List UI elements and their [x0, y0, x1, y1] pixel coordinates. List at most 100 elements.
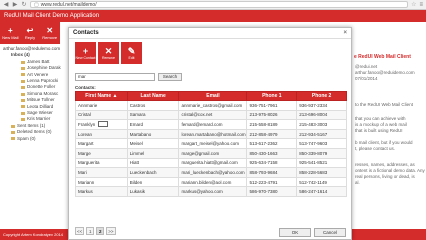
contacts-label: Contacts: — [75, 85, 96, 90]
pager-first[interactable]: << — [75, 227, 85, 235]
table-row[interactable]: Annmarie Castros annmarie_castros@gmail.co… — [75, 100, 347, 111]
cell: marguerita.hiatt@gmail.com — [178, 157, 248, 169]
cell: Marge — [75, 147, 128, 159]
remove-contact-label: Remove — [101, 56, 116, 60]
close-icon[interactable]: × — [343, 28, 347, 39]
cell: Margart — [75, 138, 128, 149]
editing-wrap: Franklyn — [78, 121, 126, 128]
reload-icon[interactable]: ↻ — [21, 2, 27, 8]
cell: Mariann — [75, 176, 128, 188]
dialog-footer: OK Cancel — [279, 228, 346, 237]
preview-line: to the RedUI Web Mail Client — [355, 102, 413, 107]
column-header-email[interactable]: Email — [178, 91, 248, 101]
tree-item-label: Spam (0) — [17, 135, 36, 141]
cell: Emard — [126, 119, 180, 130]
folder-icon — [21, 86, 25, 90]
new-contact-button[interactable]: + New Contact — [75, 42, 96, 64]
folder-icon — [21, 98, 25, 102]
cell: Castros — [126, 100, 180, 111]
cell: Mari — [75, 167, 128, 178]
folder-icon — [11, 130, 15, 134]
cancel-button[interactable]: Cancel — [314, 228, 346, 237]
search-input[interactable]: mar — [75, 73, 155, 81]
cell: Lueckenbach — [126, 167, 180, 178]
ok-button[interactable]: OK — [279, 228, 311, 237]
preview-line: real persons, living or dead, is — [355, 174, 415, 179]
preview-title: e RedUI Web Mail Client — [354, 54, 411, 60]
cell: femard@emard.com — [178, 119, 248, 130]
dialog-title: Contacts — [73, 30, 99, 36]
table-row[interactable]: Cristal Samara cristal@cox.net 213-975-8026… — [75, 109, 347, 121]
cell: Annmarie — [75, 100, 128, 111]
preview-line: al. — [355, 180, 360, 185]
reply-button[interactable]: ↩ Reply — [21, 23, 40, 43]
folder-icon — [21, 66, 25, 70]
cell: 512-223-4791 — [246, 176, 298, 188]
cell: Limmel — [126, 147, 180, 159]
table-row[interactable]: Markus Lukasik markus@yahoo.com 586-970-738… — [75, 186, 347, 197]
pagination: << 1 2 >> — [75, 227, 116, 235]
table-row[interactable]: Franklyn Emard femard@emard.com 215-558-818… — [75, 119, 347, 130]
reply-icon: ↩ — [26, 26, 34, 35]
cell-editing[interactable]: Franklyn — [75, 119, 128, 130]
cell: 213-696-8004 — [296, 109, 347, 121]
table-row[interactable]: Margart Meisel margart_meisel@yahoo.com 513… — [75, 138, 347, 149]
table-row[interactable]: Marguerita Hiatt marguerita.hiatt@gmail.co… — [75, 157, 347, 169]
address-bar[interactable]: ▢ www.redul.net/maildemo/ — [30, 1, 409, 8]
cell: 213-975-8026 — [246, 109, 298, 121]
cell: 513-617-2362 — [246, 138, 298, 149]
cell: Meisel — [126, 138, 180, 149]
cell: Markus — [75, 186, 128, 197]
pager-last[interactable]: >> — [106, 227, 116, 235]
back-icon[interactable]: ◀ — [3, 2, 9, 8]
table-row[interactable]: Mari Lueckenbach mari_lueckenbach@yahoo.co… — [75, 167, 347, 178]
preview-line: 07/01/2014 — [355, 76, 378, 81]
search-button[interactable]: Search — [158, 73, 182, 81]
bookmark-star-icon[interactable]: ☆ — [411, 1, 416, 8]
close-icon: ✕ — [104, 46, 113, 56]
cell: Cristal — [75, 109, 128, 121]
cell: 212-858-4979 — [246, 128, 298, 140]
remove-contact-button[interactable]: ✕ Remove — [98, 42, 119, 64]
folder-icon — [21, 118, 25, 122]
cell: 858-228-5683 — [296, 167, 347, 178]
new-mail-label: New Mail — [2, 35, 19, 40]
new-contact-label: New Contact — [75, 56, 96, 60]
cell: 850-430-1663 — [246, 147, 298, 159]
cell-editor[interactable] — [98, 121, 109, 128]
cell: 215-483-3003 — [296, 119, 347, 130]
table-header-row: First Name ▲ Last Name Email Phone 1 Pho… — [75, 91, 347, 101]
table-row[interactable]: Lorean Martabano lorean.martabano@hotmail.… — [75, 128, 347, 140]
column-header-phone1[interactable]: Phone 1 — [246, 91, 298, 101]
new-mail-button[interactable]: + New Mail — [1, 23, 20, 43]
close-icon: ✕ — [46, 26, 54, 35]
cell: Lorean — [75, 128, 128, 140]
cell: Lukasik — [126, 186, 180, 197]
table-row[interactable]: Mariann Bilden mariann.bilden@aol.com 512-2… — [75, 176, 347, 188]
column-header-last-name[interactable]: Last Name — [126, 91, 180, 101]
table-row[interactable]: Marge Limmel marge@gmail.com 850-430-1663 85… — [75, 147, 347, 159]
reply-label: Reply — [24, 35, 36, 40]
edit-contact-label: Edit — [128, 56, 135, 60]
forward-icon[interactable]: ▶ — [12, 2, 18, 8]
column-header-phone2[interactable]: Phone 2 — [296, 91, 347, 101]
column-header-first-name[interactable]: First Name ▲ — [75, 91, 128, 101]
cell: margart_meisel@yahoo.com — [178, 138, 248, 149]
cell: marge@gmail.com — [178, 147, 248, 159]
browser-toolbar: ◀ ▶ ↻ ▢ www.redul.net/maildemo/ ☆ ≡ — [0, 0, 426, 10]
cell: 858-793-9684 — [246, 167, 298, 178]
remove-button[interactable]: ✕ Remove — [40, 23, 59, 43]
pager-page-active[interactable]: 2 — [96, 227, 105, 235]
cell: 513-747-9603 — [296, 138, 347, 149]
contacts-table: First Name ▲ Last Name Email Phone 1 Pho… — [75, 91, 347, 197]
pager-page[interactable]: 1 — [86, 227, 95, 235]
cell: 925-634-7158 — [246, 157, 298, 169]
folder-icon — [21, 73, 25, 77]
folder-icon — [21, 60, 25, 64]
folder-icon — [11, 137, 15, 141]
edit-contact-button[interactable]: ✎ Edit — [121, 42, 142, 64]
dialog-header: Contacts × — [69, 28, 351, 39]
tree-folder-spam[interactable]: Spam (0) — [11, 136, 65, 142]
plus-icon: + — [82, 46, 89, 56]
browser-menu-icon[interactable]: ≡ — [419, 2, 423, 8]
